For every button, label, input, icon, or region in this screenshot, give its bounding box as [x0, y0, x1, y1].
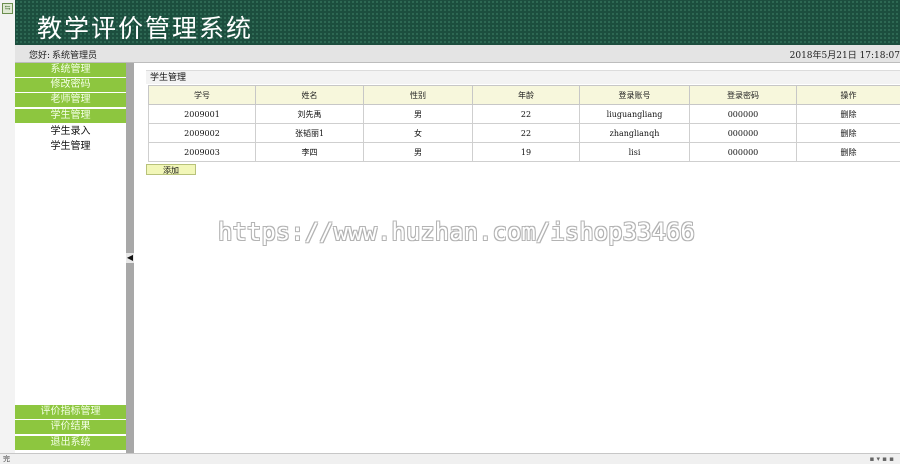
cell-student-id: 2009001 — [149, 105, 256, 124]
cell-login-account: liuguangliang — [580, 105, 690, 124]
cell-gender: 男 — [364, 143, 473, 162]
main-content: 学生管理 学号 姓名 性别 年龄 登录账号 登录密码 操作 2009001 — [134, 63, 900, 453]
table-row: 2009003 李四 男 19 lisi 000000 删除 — [149, 143, 900, 162]
collapse-left-icon[interactable]: ◀ — [126, 253, 134, 263]
submenu-student-management[interactable]: 学生管理 — [15, 140, 126, 154]
column-header: 操作 — [797, 86, 900, 105]
submenu-student-entry[interactable]: 学生录入 — [15, 125, 126, 139]
table-row: 2009001 刘先禹 男 22 liuguangliang 000000 删除 — [149, 105, 900, 124]
cell-login-account: zhanglianqh — [580, 124, 690, 143]
student-table: 学号 姓名 性别 年龄 登录账号 登录密码 操作 2009001 刘先禹 男 2… — [148, 85, 900, 162]
add-student-button[interactable]: 添加 — [146, 164, 196, 175]
cell-age: 22 — [473, 105, 580, 124]
cell-login-password: 000000 — [690, 124, 797, 143]
menu-student-management[interactable]: 学生管理 — [15, 109, 126, 124]
cell-gender: 女 — [364, 124, 473, 143]
cell-student-id: 2009003 — [149, 143, 256, 162]
menu-change-password[interactable]: 修改密码 — [15, 78, 126, 93]
column-header: 性别 — [364, 86, 473, 105]
datetime: 2018年5月21日 17:18:07 — [790, 48, 900, 61]
cell-name: 李四 — [256, 143, 364, 162]
student-panel: 学生管理 学号 姓名 性别 年龄 登录账号 登录密码 操作 2009001 — [146, 70, 900, 160]
column-header: 年龄 — [473, 86, 580, 105]
cell-name: 张韬丽1 — [256, 124, 364, 143]
cell-name: 刘先禹 — [256, 105, 364, 124]
column-header: 登录密码 — [690, 86, 797, 105]
page-icon: ⇆ — [2, 3, 13, 14]
menu-evaluation-results[interactable]: 评价结果 — [15, 420, 126, 435]
menu-logout[interactable]: 退出系统 — [15, 436, 126, 451]
greeting-label: 您好: — [29, 51, 50, 61]
app-title: 教学评价管理系统 — [37, 9, 253, 45]
cell-gender: 男 — [364, 105, 473, 124]
delete-link[interactable]: 删除 — [797, 105, 900, 124]
cell-login-account: lisi — [580, 143, 690, 162]
cell-login-password: 000000 — [690, 143, 797, 162]
menu-evaluation-index[interactable]: 评价指标管理 — [15, 405, 126, 420]
browser-left-strip: ⇆ — [0, 0, 16, 463]
cell-student-id: 2009002 — [149, 124, 256, 143]
user-bar: 您好:系统管理员 2018年5月21日 17:18:07 — [15, 45, 900, 63]
column-header: 姓名 — [256, 86, 364, 105]
watermark-text: https://www.huzhan.com/ishop33466 — [218, 218, 695, 246]
table-row: 2009002 张韬丽1 女 22 zhanglianqh 000000 删除 — [149, 124, 900, 143]
column-header: 登录账号 — [580, 86, 690, 105]
delete-link[interactable]: 删除 — [797, 143, 900, 162]
sidebar: 系统管理 修改密码 老师管理 学生管理 学生录入 学生管理 评价指标管理 评价结… — [15, 63, 126, 453]
menu-teacher-management[interactable]: 老师管理 — [15, 93, 126, 108]
cell-login-password: 000000 — [690, 105, 797, 124]
app-banner: 教学评价管理系统 — [15, 0, 900, 45]
greeting: 您好:系统管理员 — [27, 48, 97, 61]
table-header-row: 学号 姓名 性别 年龄 登录账号 登录密码 操作 — [149, 86, 900, 105]
greeting-role: 系统管理员 — [52, 51, 97, 61]
cell-age: 22 — [473, 124, 580, 143]
cell-age: 19 — [473, 143, 580, 162]
status-bar: 完 ▪ ▾ ▪ ▪ — [0, 453, 900, 464]
status-icons: ▪ ▾ ▪ ▪ — [870, 455, 894, 463]
panel-title: 学生管理 — [146, 70, 900, 84]
menu-system-settings[interactable]: 系统管理 — [15, 63, 126, 78]
delete-link[interactable]: 删除 — [797, 124, 900, 143]
column-header: 学号 — [149, 86, 256, 105]
